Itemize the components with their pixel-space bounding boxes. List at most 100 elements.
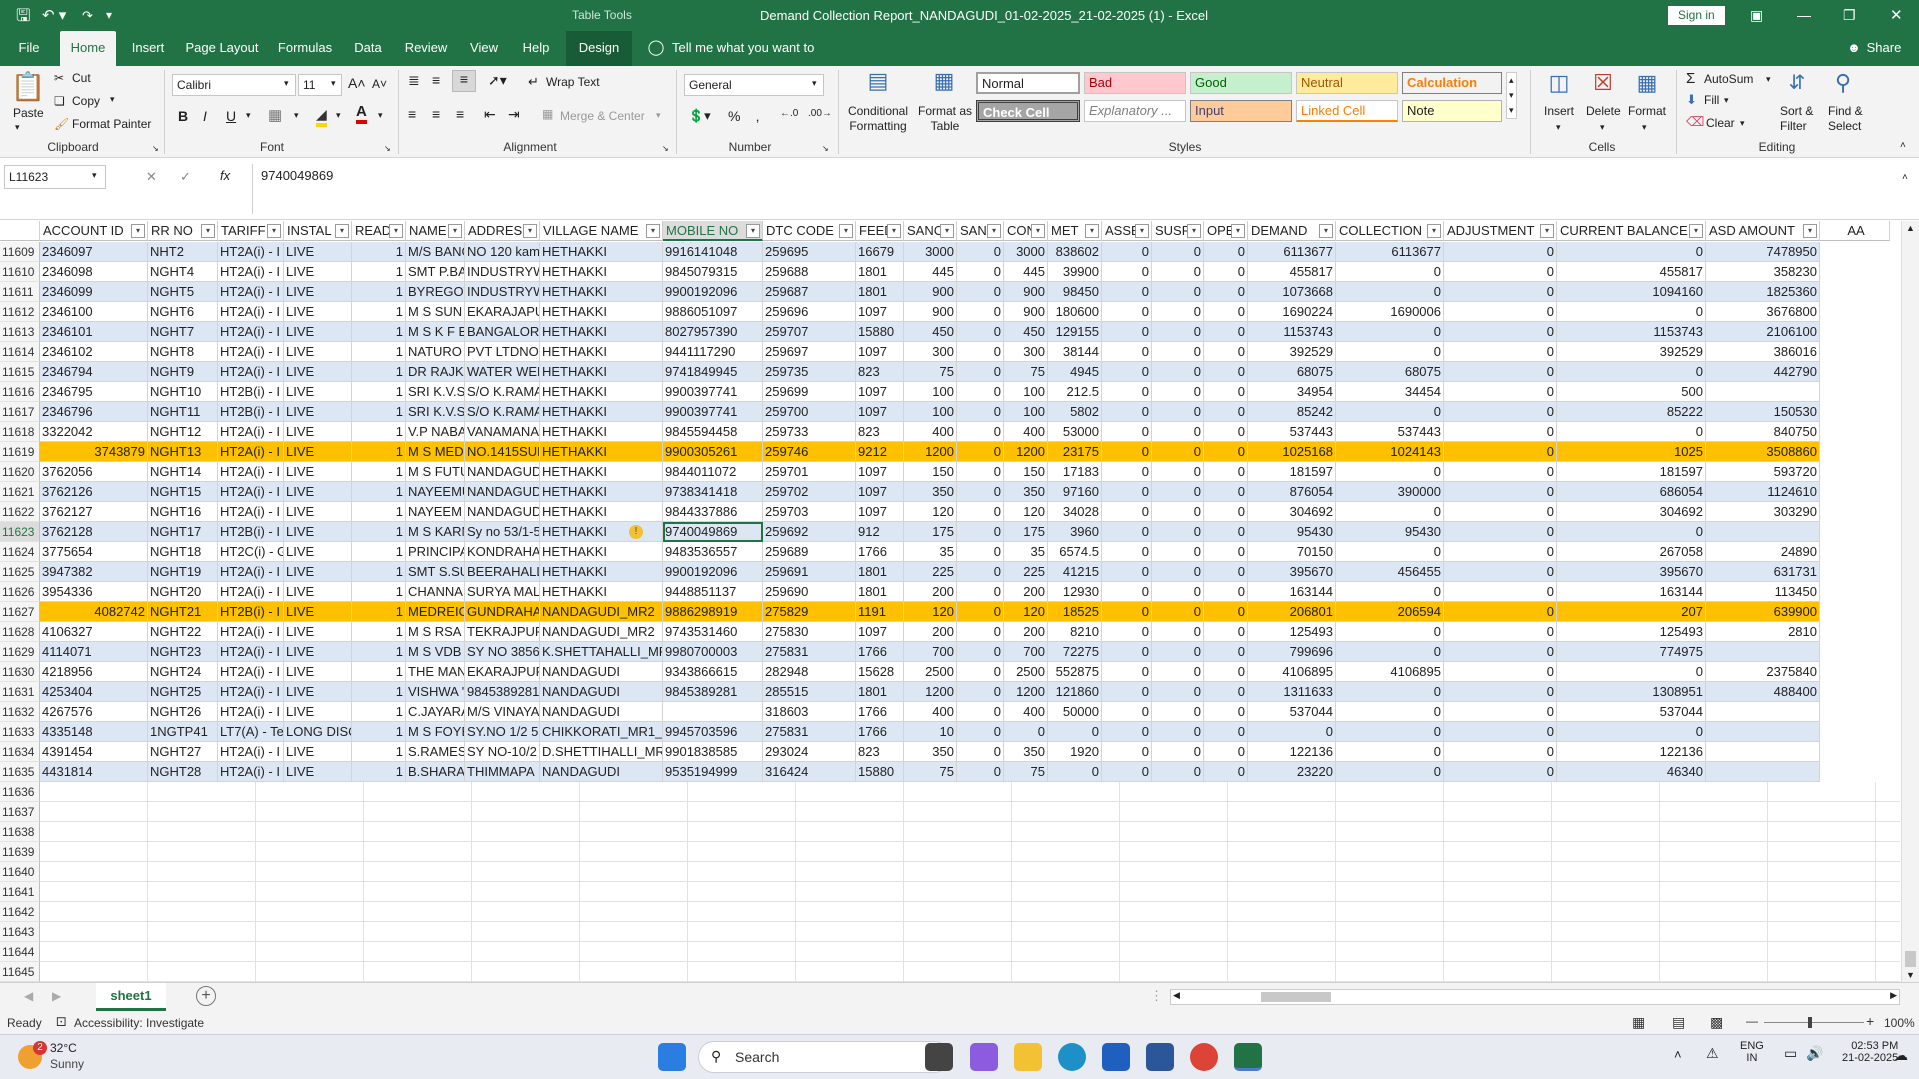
table-cell[interactable]: B.SHARAT xyxy=(406,762,465,782)
table-cell[interactable]: 4253404 xyxy=(40,682,148,702)
table-cell[interactable]: 1 xyxy=(352,402,406,422)
table-cell[interactable]: 0 xyxy=(957,242,1004,262)
table-cell[interactable]: 17183 xyxy=(1048,462,1102,482)
table-cell[interactable]: 1 xyxy=(352,482,406,502)
table-cell[interactable]: NGHT25 xyxy=(148,682,218,702)
table-cell[interactable]: 593720 xyxy=(1706,462,1820,482)
table-cell[interactable]: 259697 xyxy=(763,342,856,362)
align-right-icon[interactable]: ≡ xyxy=(456,106,464,122)
table-cell[interactable]: GUNDRAHA xyxy=(465,602,540,622)
filter-dropdown-icon[interactable]: ▾ xyxy=(1231,224,1245,238)
insert-cells-icon[interactable]: ◫ xyxy=(1544,70,1574,96)
filter-dropdown-icon[interactable]: ▾ xyxy=(1689,224,1703,238)
filter-dropdown-icon[interactable]: ▾ xyxy=(201,224,215,238)
autosum-icon[interactable]: Σ xyxy=(1686,70,1695,87)
table-cell[interactable]: 0 xyxy=(957,562,1004,582)
filter-dropdown-icon[interactable]: ▾ xyxy=(335,224,349,238)
taskbar-search[interactable]: ⚲ Search xyxy=(698,1041,950,1073)
table-cell[interactable]: 1 xyxy=(352,542,406,562)
table-cell[interactable]: 455817 xyxy=(1557,262,1706,282)
sheet-tab-sheet1[interactable]: sheet1 xyxy=(96,983,166,1011)
table-cell[interactable]: 0 xyxy=(1152,702,1204,722)
table-cell[interactable]: 0 xyxy=(957,722,1004,742)
table-cell[interactable]: HT2A(i) - I xyxy=(218,762,284,782)
table-cell[interactable]: 259688 xyxy=(763,262,856,282)
active-cell[interactable]: 9740049869 xyxy=(663,522,763,542)
table-cell[interactable]: 39900 xyxy=(1048,262,1102,282)
table-cell[interactable]: 0 xyxy=(957,502,1004,522)
table-cell[interactable]: 0 xyxy=(1336,582,1444,602)
table-cell[interactable]: 1 xyxy=(352,422,406,442)
scroll-down-icon[interactable]: ▼ xyxy=(1906,970,1915,980)
table-cell[interactable]: 395670 xyxy=(1248,562,1336,582)
table-cell[interactable]: M S RSA T xyxy=(406,622,465,642)
table-cell[interactable]: 200 xyxy=(904,582,957,602)
table-cell[interactable]: 0 xyxy=(957,702,1004,722)
empty-row[interactable] xyxy=(40,842,1900,862)
table-cell[interactable]: 0 xyxy=(1102,442,1152,462)
table-cell[interactable]: 0 xyxy=(1102,702,1152,722)
table-cell[interactable]: 7478950 xyxy=(1706,242,1820,262)
table-cell[interactable]: 3322042 xyxy=(40,422,148,442)
table-cell[interactable]: 0 xyxy=(1204,602,1248,622)
table-cell[interactable]: 282948 xyxy=(763,662,856,682)
style-normal[interactable]: Normal xyxy=(976,72,1080,94)
number-format-chevron-icon[interactable]: ▾ xyxy=(812,78,817,89)
table-cell[interactable]: 0 xyxy=(957,362,1004,382)
table-cell[interactable]: 500 xyxy=(1557,382,1706,402)
table-cell[interactable]: 1690006 xyxy=(1336,302,1444,322)
table-cell[interactable]: 1 xyxy=(352,242,406,262)
column-header-18[interactable]: DEMAND ▾ xyxy=(1248,221,1336,241)
table-cell[interactable]: M S K F BI xyxy=(406,322,465,342)
table-cell[interactable]: 350 xyxy=(904,482,957,502)
new-sheet-icon[interactable]: + xyxy=(196,986,216,1006)
table-cell[interactable]: 259691 xyxy=(763,562,856,582)
vertical-scroll-thumb[interactable] xyxy=(1905,951,1916,967)
table-cell[interactable]: LONG DISC xyxy=(284,722,352,742)
table-cell[interactable]: 9483536557 xyxy=(663,542,763,562)
table-cell[interactable]: 0 xyxy=(1444,642,1557,662)
filter-dropdown-icon[interactable]: ▾ xyxy=(646,224,660,238)
style-neutral[interactable]: Neutral xyxy=(1296,72,1398,94)
table-cell[interactable]: 3000 xyxy=(1004,242,1048,262)
table-cell[interactable]: 0 xyxy=(1102,542,1152,562)
table-cell[interactable]: 1 xyxy=(352,642,406,662)
table-cell[interactable]: 0 xyxy=(1204,362,1248,382)
fill-color-chevron-icon[interactable]: ▾ xyxy=(336,110,341,121)
table-cell[interactable]: 0 xyxy=(1204,282,1248,302)
table-cell[interactable]: LIVE xyxy=(284,442,352,462)
table-cell[interactable]: 0 xyxy=(1557,422,1706,442)
table-cell[interactable]: 316424 xyxy=(763,762,856,782)
table-cell[interactable]: 0 xyxy=(1152,622,1204,642)
table-cell[interactable]: SURYA MAL xyxy=(465,582,540,602)
table-cell[interactable]: 163144 xyxy=(1248,582,1336,602)
table-cell[interactable]: 0 xyxy=(957,522,1004,542)
column-header-10[interactable]: FEED ▾ xyxy=(856,221,904,241)
table-cell[interactable]: 206594 xyxy=(1336,602,1444,622)
minimize-icon[interactable]: — xyxy=(1797,0,1811,31)
table-cell[interactable]: 259701 xyxy=(763,462,856,482)
table-cell[interactable]: 3947382 xyxy=(40,562,148,582)
table-cell[interactable]: NANDAGUD xyxy=(465,482,540,502)
table-cell[interactable]: 181597 xyxy=(1248,462,1336,482)
autosum-chevron-icon[interactable]: ▾ xyxy=(1766,74,1771,85)
table-cell[interactable]: 259696 xyxy=(763,302,856,322)
page-layout-view-icon[interactable]: ▤ xyxy=(1672,1014,1685,1031)
table-cell[interactable]: 9900397741 xyxy=(663,382,763,402)
tab-help[interactable]: Help xyxy=(514,31,558,66)
style-bad[interactable]: Bad xyxy=(1084,72,1186,94)
table-cell[interactable]: 1200 xyxy=(904,682,957,702)
table-cell[interactable]: 4106327 xyxy=(40,622,148,642)
table-cell[interactable]: 0 xyxy=(1336,502,1444,522)
row-header[interactable]: 11643 xyxy=(0,922,40,942)
column-header-3[interactable]: INSTAL ▾ xyxy=(284,221,352,241)
table-cell[interactable]: 100 xyxy=(904,382,957,402)
table-cell[interactable]: LT7(A) - Te xyxy=(218,722,284,742)
table-cell[interactable]: 1 xyxy=(352,362,406,382)
table-cell[interactable]: 259735 xyxy=(763,362,856,382)
table-cell[interactable]: 1 xyxy=(352,442,406,462)
table-cell[interactable]: 9448851137 xyxy=(663,582,763,602)
table-cell[interactable]: 0 xyxy=(1444,462,1557,482)
table-cell[interactable]: 0 xyxy=(1248,722,1336,742)
table-cell[interactable]: 1766 xyxy=(856,642,904,662)
